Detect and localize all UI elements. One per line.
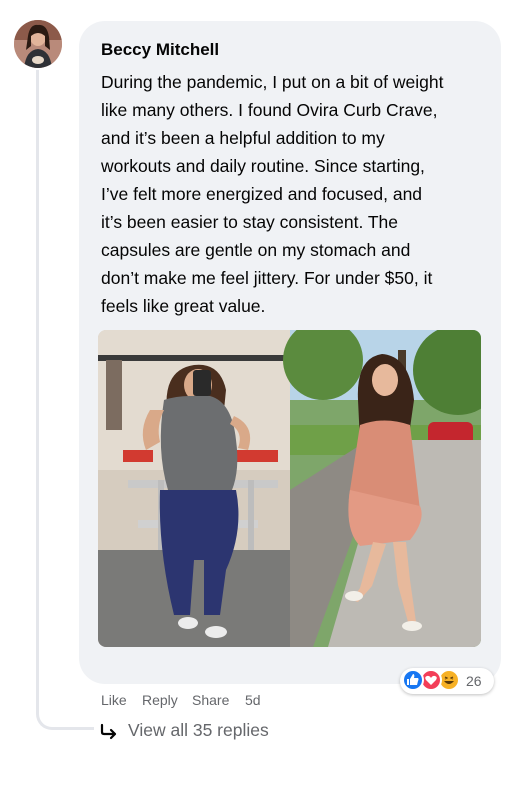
view-replies-label: View all 35 replies [128,720,269,740]
comment-photo[interactable] [98,330,481,647]
reactions-summary[interactable]: 26 [400,668,494,694]
like-icon [402,669,424,691]
reaction-count: 26 [466,673,482,689]
avatar-image [14,20,62,68]
comment-author[interactable]: Beccy Mitchell [101,40,219,60]
share-button[interactable]: Share [192,692,229,708]
reply-arrow-icon [100,723,117,739]
reply-button[interactable]: Reply [142,692,178,708]
comment-timestamp[interactable]: 5d [245,692,261,708]
comment-text: During the pandemic, I put on a bit of w… [101,72,444,316]
before-after-photo [98,330,481,647]
like-button[interactable]: Like [101,692,127,708]
user-avatar[interactable] [14,20,62,68]
view-replies-link[interactable]: View all 35 replies [100,720,269,741]
